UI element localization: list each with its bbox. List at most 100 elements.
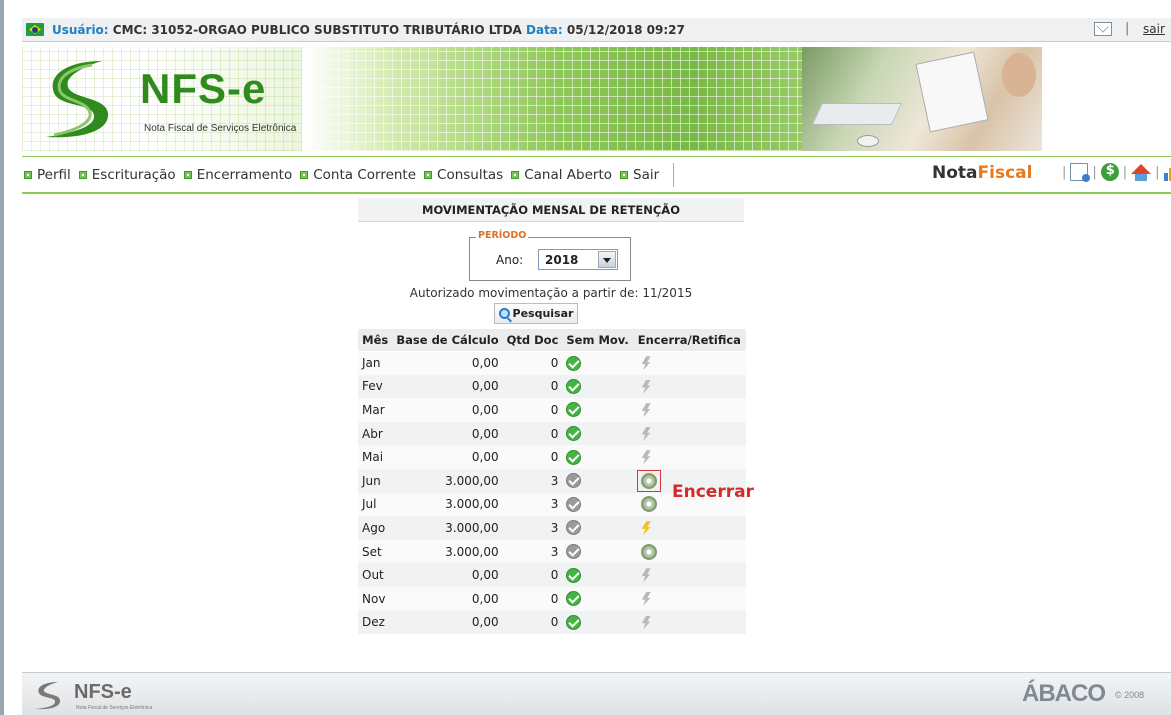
nav-item-conta-corrente[interactable]: Conta Corrente [300,167,416,183]
usuario-label: Usuário: [52,22,109,37]
cell-sem-mov [562,516,633,540]
bar-chart-icon[interactable] [1163,163,1171,181]
cell-base: 0,00 [392,351,503,375]
table-row: Dez 0,00 0 [358,610,746,635]
cell-mes: Mai [358,445,393,469]
nav-item-canal-aberto[interactable]: Canal Aberto [511,167,612,183]
usuario-value: CMC: 31052-ORGAO PUBLICO SUBSTITUTO TRIB… [112,22,522,37]
check-icon[interactable] [566,355,582,371]
cell-sem-mov [562,468,633,493]
cell-encerra [632,610,746,635]
nav-item-perfil[interactable]: Perfil [24,167,71,183]
cell-mes: Set [358,539,393,564]
nav-item-consultas[interactable]: Consultas [424,167,503,183]
periodo-fieldset: PERÍODO Ano: 2018 [469,230,631,281]
cell-qtd: 3 [502,516,563,540]
brazil-flag-icon [26,23,44,36]
mouse-image [857,135,879,147]
cell-base: 0,00 [392,374,503,399]
nav-item-label: Perfil [37,167,71,183]
cell-mes: Jan [358,351,393,375]
cell-sem-mov [562,610,633,635]
cell-qtd: 0 [502,586,563,611]
check-icon[interactable] [566,449,582,465]
check-icon[interactable] [566,591,582,607]
banner-pattern [302,47,862,151]
table-row: Out 0,00 0 [358,563,746,587]
brand-part-b: Fiscal [977,163,1033,183]
header-banner: NFS-e Nota Fiscal de Serviços Eletrônica [22,43,1171,155]
nav-item-label: Sair [633,167,660,183]
keyboard-image [811,103,903,125]
money-icon[interactable] [1100,163,1119,181]
cell-mes: Mar [358,398,393,422]
sair-link[interactable]: sair [1143,22,1165,36]
cell-base: 0,00 [392,610,503,635]
table-header-row: Mês Base de Cálculo Qtd Doc Sem Mov. Enc… [358,329,746,352]
table-row: Ago 3.000,00 3 [358,516,746,540]
periodo-legend: PERÍODO [476,230,529,241]
cell-qtd: 0 [502,563,563,587]
nav-menu: Perfil Escrituração Encerramento Conta C… [22,163,675,187]
bolt-icon [639,450,651,464]
bolt-icon [639,356,651,370]
cell-mes: Abr [358,421,393,446]
nav-item-escrituracao[interactable]: Escrituração [78,167,176,183]
chevron-down-icon[interactable] [598,251,616,268]
cell-qtd: 0 [502,351,563,375]
bullet-icon [24,171,32,179]
cell-mes: Fev [358,374,393,399]
bullet-icon [300,171,309,179]
nfse-logo-icon [46,61,109,138]
col-mes: Mês [358,329,393,352]
cell-sem-mov [562,374,633,399]
check-icon[interactable] [566,567,582,583]
cell-mes: Dez [358,610,393,635]
check-icon[interactable] [566,426,582,442]
check-icon [566,544,582,560]
data-label: Data: [526,22,563,37]
check-icon [566,520,582,536]
pesquisar-label: Pesquisar [512,307,574,320]
nav-item-encerramento[interactable]: Encerramento [183,167,292,183]
home-icon[interactable] [1131,164,1152,181]
bolt-icon [639,568,651,582]
cell-base: 0,00 [392,586,503,611]
table-row: Mar 0,00 0 [358,398,746,422]
cell-qtd: 0 [502,610,563,635]
mail-icon[interactable] [1094,22,1112,36]
cell-encerra [632,374,746,399]
gear-icon[interactable] [640,472,657,489]
table-row: Fev 0,00 0 [358,374,746,399]
nfse-logo-text: NFS-e [140,65,267,112]
footer-logo-text: NFS-e [74,681,132,703]
notafiscal-brand: NotaFiscal [932,163,1032,183]
check-icon[interactable] [566,402,582,418]
encerrar-highlight[interactable] [636,469,661,492]
gear-icon[interactable] [640,543,657,560]
document-search-icon[interactable] [1070,163,1091,182]
ano-select[interactable]: 2018 [538,249,618,270]
cell-mes: Ago [358,516,393,540]
check-icon[interactable] [566,378,582,394]
cell-base: 3.000,00 [392,516,503,540]
cell-sem-mov [562,421,633,446]
cell-qtd: 3 [502,539,563,564]
bolt-icon [639,592,651,606]
cell-qtd: 3 [502,492,563,517]
check-icon[interactable] [566,614,582,630]
cell-base: 0,00 [392,445,503,469]
cell-sem-mov [562,398,633,422]
gear-icon[interactable] [640,496,657,513]
cell-qtd: 0 [502,374,563,399]
bullet-icon [78,171,87,179]
check-icon [566,496,582,512]
cell-qtd: 0 [502,445,563,469]
user-info: Usuário: CMC: 31052-ORGAO PUBLICO SUBSTI… [52,23,685,37]
bolt-icon[interactable] [639,521,651,535]
nav-item-sair[interactable]: Sair [620,167,659,183]
ano-label: Ano: [496,253,524,267]
pesquisar-button[interactable]: Pesquisar [494,303,578,324]
table-row: Set 3.000,00 3 [358,539,746,564]
bolt-icon [639,616,651,630]
